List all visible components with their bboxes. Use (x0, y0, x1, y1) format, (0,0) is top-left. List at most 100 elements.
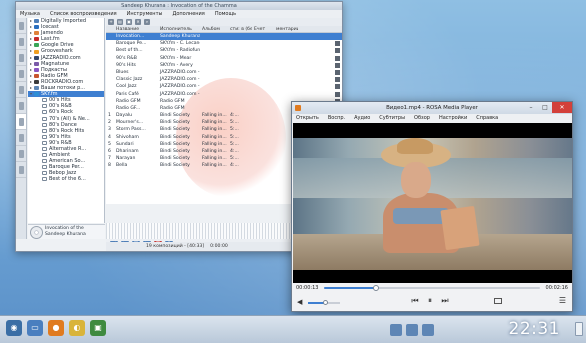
notifications-icon[interactable] (390, 324, 402, 336)
playlist-save-icon[interactable]: ▣ (126, 19, 132, 25)
playlist-cell-source (252, 119, 274, 126)
side-tab-lyrics[interactable] (16, 82, 26, 98)
fullscreen-icon[interactable] (494, 298, 502, 304)
playlist-cell-source (252, 148, 274, 155)
side-tab-artist-info[interactable] (16, 130, 26, 146)
playlist-cell-length: 5:... (230, 141, 239, 147)
video-menu-item[interactable]: Субтитры (379, 114, 405, 123)
album-disc-icon (30, 225, 43, 239)
video-screen[interactable] (293, 123, 572, 283)
seek-handle[interactable] (372, 285, 379, 291)
playlist-cell-album: Falling in... (202, 141, 227, 147)
playlist-cell-num (106, 98, 114, 105)
seek-bar[interactable] (324, 285, 540, 291)
music-menu-item[interactable]: Помощь (215, 10, 236, 18)
col-artist[interactable]: Исполнитель (158, 26, 200, 32)
side-tab-internet[interactable] (16, 114, 26, 130)
playlist-cell-length: 5:... (230, 120, 239, 126)
playlist-row[interactable]: Cool Jazz JAZZRADIO.com - S... (106, 83, 342, 90)
start-menu-icon[interactable]: ◉ (6, 320, 22, 336)
playlist-cell-album: Falling in... (202, 134, 227, 140)
playlist-row[interactable]: Blues JAZZRADIO.com - S... (106, 69, 342, 76)
side-tab-devices[interactable] (16, 66, 26, 82)
side-tab-library[interactable] (16, 18, 26, 34)
playlist-cell-artist: Bindi Society (160, 163, 190, 169)
menu-icon[interactable]: ☰ (559, 296, 566, 305)
music-menu-item[interactable]: Инструменты (127, 10, 163, 18)
file-manager-icon[interactable]: ▭ (27, 320, 43, 336)
stream-icon (335, 91, 340, 97)
music-menu-item[interactable]: Список воспроизведения (50, 10, 117, 18)
col-album[interactable]: Альбом (200, 26, 228, 32)
playlist-row[interactable]: Invocation... Sandeep Khurana (106, 33, 342, 41)
playlist-row[interactable]: 90's Hits SKY.fm - Avery (106, 62, 342, 69)
playlist-cell-num (106, 62, 114, 69)
volume-icon[interactable]: ◀ (297, 298, 302, 306)
music-menu-item[interactable]: Музыка (20, 10, 40, 18)
playlist-cell-title: Radio GF... (116, 105, 141, 111)
show-desktop-button[interactable] (575, 322, 583, 336)
music-menu-item[interactable]: Дополнения (172, 10, 204, 18)
service-icon (34, 25, 39, 30)
video-menu-item[interactable]: Настройки (439, 114, 467, 123)
col-source[interactable]: Ечет (252, 26, 274, 32)
previous-icon[interactable]: ⏮ (410, 296, 420, 306)
playlist-row[interactable]: Best of th... SKY.fm - Radiofun... (106, 47, 342, 54)
side-tab-song-info[interactable] (16, 98, 26, 114)
video-menu-item[interactable]: Открыть (296, 114, 319, 123)
service-icon (34, 79, 39, 84)
playlist-row[interactable]: 90's R&B SKY.fm - Mear (106, 55, 342, 62)
video-menu-item[interactable]: Обзор (414, 114, 430, 123)
side-tab-files[interactable] (16, 34, 26, 50)
playlist-cell-length (228, 62, 252, 69)
side-tab-extra[interactable] (16, 162, 26, 178)
rosa-media-player-icon[interactable]: ▣ (90, 320, 106, 336)
playlist-cell-length (228, 91, 252, 98)
side-tab-radio[interactable] (16, 146, 26, 162)
playlist-cell-num: 3 (108, 127, 111, 133)
playlist-clear-icon[interactable]: ✕ (135, 19, 141, 25)
tree-item[interactable]: Best of the 6... (28, 176, 104, 182)
maximize-icon[interactable]: □ (538, 102, 552, 113)
volume-tray-icon[interactable] (422, 324, 434, 336)
next-icon[interactable]: ⏭ (440, 296, 450, 306)
clock[interactable]: 22:31 (509, 319, 561, 339)
playlist-row[interactable]: Baroque Pe... SKY.fm - C. Lecander (106, 40, 342, 47)
launcher-area: ◉ ▭ ● ◐ ▣ (6, 320, 106, 336)
pause-icon[interactable]: ⏸ (425, 296, 435, 306)
playlist-cell-album: Falling in... (202, 163, 227, 169)
playlist-load-icon[interactable]: ▤ (117, 19, 123, 25)
music-menubar: Музыка Список воспроизведения Инструменты Д… (16, 10, 342, 18)
network-icon[interactable] (406, 324, 418, 336)
playlist-new-icon[interactable]: + (108, 19, 114, 25)
playlist-cell-length (228, 47, 252, 54)
close-icon[interactable]: ✕ (552, 102, 572, 113)
video-frame (293, 138, 572, 270)
playlist-cell-num (106, 40, 114, 47)
playlist-filter-icon[interactable]: ⌕ (144, 19, 150, 25)
playlist-cell-title: Paris Café (116, 91, 139, 97)
playlist-cell-num (106, 55, 114, 62)
col-length[interactable]: сти: в (без учета) (228, 26, 252, 32)
volume-handle[interactable] (323, 300, 329, 305)
side-tab-playlists[interactable] (16, 50, 26, 66)
playlist-cell-artist: JAZZRADIO.com - S... (160, 77, 200, 83)
video-window-titlebar[interactable]: Видео1.mp4 - ROSA Media Player – □ ✕ (292, 102, 572, 114)
playlist-row[interactable]: Classic Jazz JAZZRADIO.com - S... (106, 76, 342, 83)
col-num[interactable] (106, 26, 114, 32)
video-menu-item[interactable]: Аудио (354, 114, 370, 123)
playlist-cell-num: 7 (108, 156, 111, 162)
playlist-cell-title: Invocation... (116, 34, 145, 39)
video-menu-item[interactable]: Справка (476, 114, 498, 123)
video-player-window: Видео1.mp4 - ROSA Media Player – □ ✕ Отк… (291, 101, 573, 312)
col-comment[interactable]: ментарии (274, 26, 298, 32)
playlist-row[interactable]: Paris Café JAZZRADIO.com - S... (106, 91, 342, 98)
playlist-cell-title: Dayalu (116, 113, 133, 119)
minimize-icon[interactable]: – (524, 102, 538, 113)
music-window-title[interactable]: Sandeep Khurana : Invocation of the Cham… (16, 2, 342, 10)
video-menu-item[interactable]: Воспр. (328, 114, 345, 123)
col-title[interactable]: Название (114, 26, 158, 32)
playlist-cell-album (200, 33, 228, 40)
clementine-icon[interactable]: ◐ (69, 320, 85, 336)
firefox-icon[interactable]: ● (48, 320, 64, 336)
